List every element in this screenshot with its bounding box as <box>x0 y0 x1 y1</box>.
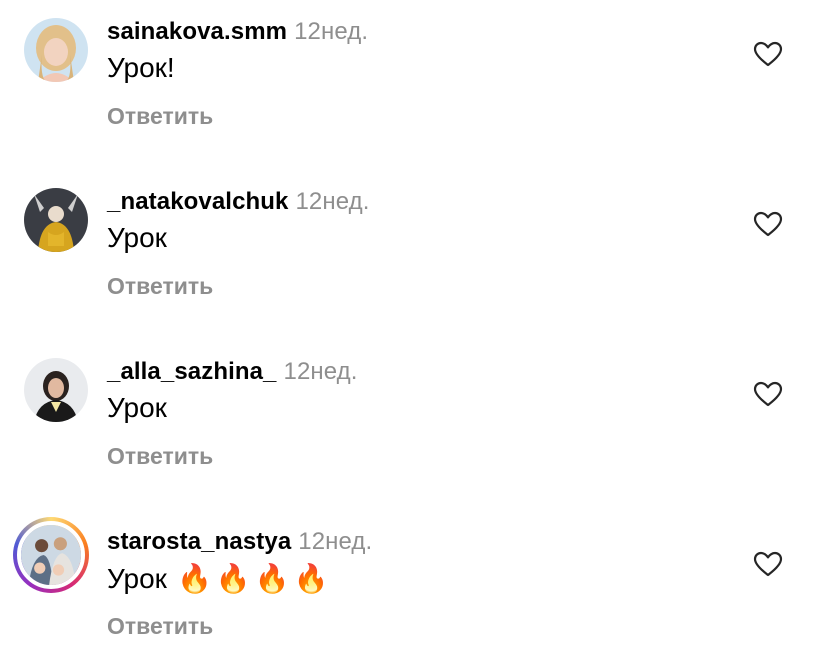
username[interactable]: starosta_nastya <box>107 528 291 555</box>
comment-header: _alla_sazhina_ 12нед. <box>107 358 358 386</box>
heart-icon[interactable] <box>753 381 783 407</box>
timestamp: 12нед. <box>295 188 370 215</box>
heart-icon[interactable] <box>753 211 783 237</box>
comment-text: Урок! <box>107 52 175 83</box>
avatar-image <box>17 521 85 589</box>
username[interactable]: sainakova.smm <box>107 18 287 45</box>
comment-text: Урок <box>107 392 167 423</box>
comment-text: Урок <box>107 222 167 253</box>
reply-button[interactable]: Ответить <box>107 103 213 130</box>
comment-item: _natakovalchuk 12нед. Урок Ответить <box>0 170 828 320</box>
avatar[interactable] <box>23 17 88 82</box>
comment-header: sainakova.smm 12нед. <box>107 18 368 46</box>
comment-text-value: Урок <box>107 563 167 594</box>
heart-icon[interactable] <box>753 41 783 67</box>
reply-button[interactable]: Ответить <box>107 613 213 640</box>
comment-item: _alla_sazhina_ 12нед. Урок Ответить <box>0 340 828 490</box>
comment-item: sainakova.smm 12нед. Урок! Ответить <box>0 0 828 150</box>
avatar[interactable] <box>23 357 88 422</box>
avatar-image <box>23 187 88 252</box>
reply-button[interactable]: Ответить <box>107 273 213 300</box>
fire-emoji: 🔥🔥🔥🔥 <box>176 563 333 594</box>
avatar-image <box>23 17 88 82</box>
heart-icon[interactable] <box>753 551 783 577</box>
timestamp: 12нед. <box>298 528 373 555</box>
reply-button[interactable]: Ответить <box>107 443 213 470</box>
avatar-image <box>23 357 88 422</box>
timestamp: 12нед. <box>283 358 358 385</box>
username[interactable]: _natakovalchuk <box>107 188 288 215</box>
comment-text: Урок 🔥🔥🔥🔥 <box>107 562 332 595</box>
avatar[interactable] <box>23 187 88 252</box>
comment-header: _natakovalchuk 12нед. <box>107 188 370 216</box>
username[interactable]: _alla_sazhina_ <box>107 358 277 385</box>
comment-header: starosta_nastya 12нед. <box>107 528 372 556</box>
avatar-story-ring[interactable] <box>13 517 89 593</box>
comment-item: starosta_nastya 12нед. Урок 🔥🔥🔥🔥 Ответить <box>0 510 828 660</box>
timestamp: 12нед. <box>294 18 369 45</box>
